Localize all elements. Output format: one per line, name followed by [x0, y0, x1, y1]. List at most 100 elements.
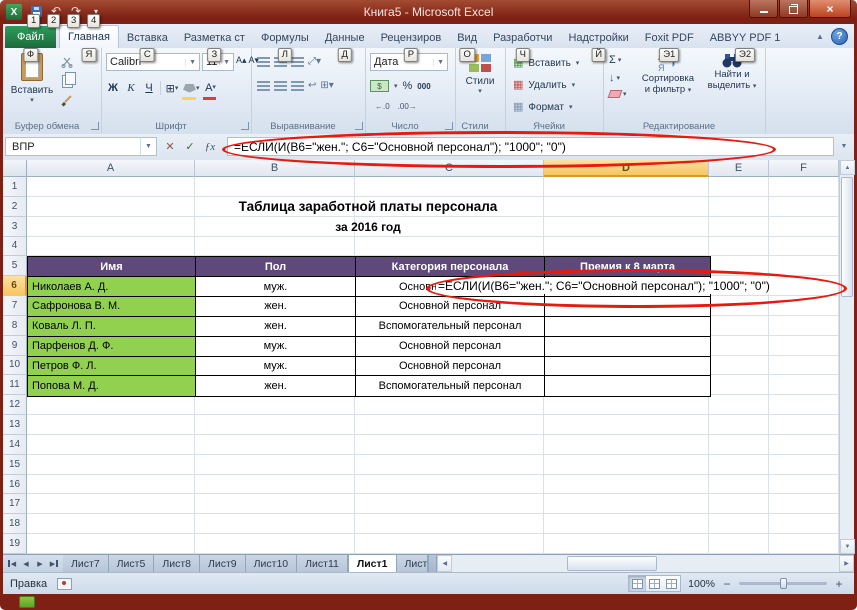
dialog-launcher-icon[interactable]: [241, 122, 249, 130]
cell-A18[interactable]: [27, 514, 195, 534]
cell-C13[interactable]: [355, 415, 544, 435]
cell-E4[interactable]: [709, 237, 769, 257]
tab-Рецензиров[interactable]: РецензировР: [373, 27, 450, 48]
page-layout-view-button[interactable]: [646, 576, 663, 591]
format-painter-icon[interactable]: [61, 95, 73, 107]
table-cell[interactable]: [545, 297, 710, 317]
cell-F16[interactable]: [769, 475, 839, 495]
row-header-16[interactable]: 16: [3, 475, 27, 495]
cell-D16[interactable]: [544, 475, 709, 495]
decrease-decimal-icon[interactable]: .00→: [398, 102, 417, 111]
row-header-5[interactable]: 5: [3, 256, 27, 276]
cell-C18[interactable]: [355, 514, 544, 534]
column-header-F[interactable]: F: [769, 160, 839, 177]
cell-B19[interactable]: [195, 534, 355, 554]
cell-C12[interactable]: [355, 395, 544, 415]
align-top-icon[interactable]: [257, 57, 270, 67]
first-sheet-icon[interactable]: ◀: [6, 557, 18, 570]
tab-splitter-handle[interactable]: [428, 555, 437, 572]
cell-F15[interactable]: [769, 455, 839, 475]
cell-B13[interactable]: [195, 415, 355, 435]
row-header-8[interactable]: 8: [3, 316, 27, 336]
dialog-launcher-icon[interactable]: [445, 122, 453, 130]
close-button[interactable]: ×: [809, 0, 851, 18]
table-cell[interactable]: Вспомогательный персонал: [356, 376, 545, 396]
cell-B16[interactable]: [195, 475, 355, 495]
tab-Вид[interactable]: ВидО: [449, 27, 485, 48]
column-header-B[interactable]: B: [195, 160, 355, 177]
clear-button[interactable]: ▾: [609, 90, 627, 98]
cell-F11[interactable]: [769, 375, 839, 395]
enter-icon[interactable]: ✓: [180, 138, 200, 156]
sheet-tab-Лист8[interactable]: Лист8: [154, 555, 200, 572]
cell-F19[interactable]: [769, 534, 839, 554]
cell-E10[interactable]: [709, 356, 769, 376]
font-color-button[interactable]: А▾: [204, 80, 218, 96]
cell-D15[interactable]: [544, 455, 709, 475]
sheet-tab-Лист10[interactable]: Лист10: [246, 555, 298, 572]
cell-E13[interactable]: [709, 415, 769, 435]
cell-C14[interactable]: [355, 435, 544, 455]
cell-F1[interactable]: [769, 177, 839, 197]
zoom-slider-thumb[interactable]: [780, 578, 787, 589]
sheet-tab-Лист5[interactable]: Лист5: [109, 555, 155, 572]
table-cell[interactable]: [545, 357, 710, 377]
cell-D13[interactable]: [544, 415, 709, 435]
cell-C16[interactable]: [355, 475, 544, 495]
row-header-6[interactable]: 6: [3, 276, 27, 296]
align-center-icon[interactable]: [274, 81, 287, 91]
previous-sheet-icon[interactable]: ◀: [20, 557, 32, 570]
tab-Данные[interactable]: ДанныеД: [317, 27, 373, 48]
formula-input[interactable]: =ЕСЛИ(И(B6="жен."; C6="Основной персонал…: [227, 137, 834, 156]
row-header-18[interactable]: 18: [3, 514, 27, 534]
tab-Foxit PDF[interactable]: Foxit PDFЭ1: [637, 27, 702, 48]
cell-A17[interactable]: [27, 494, 195, 514]
row-header-2[interactable]: 2: [3, 197, 27, 217]
table-cell[interactable]: муж.: [196, 337, 356, 357]
table-cell[interactable]: Петров Ф. Л.: [28, 357, 196, 377]
cell-A13[interactable]: [27, 415, 195, 435]
zoom-in-icon[interactable]: +: [834, 577, 844, 591]
row-header-9[interactable]: 9: [3, 336, 27, 356]
dialog-launcher-icon[interactable]: [355, 122, 363, 130]
cell-A15[interactable]: [27, 455, 195, 475]
row-header-11[interactable]: 11: [3, 375, 27, 395]
horizontal-scroll-thumb[interactable]: [567, 556, 657, 571]
sheet-tab-Лист7[interactable]: Лист7: [63, 555, 109, 572]
cell-E3[interactable]: [709, 217, 769, 237]
align-right-icon[interactable]: [291, 81, 304, 91]
cell-F14[interactable]: [769, 435, 839, 455]
cell-D17[interactable]: [544, 494, 709, 514]
cell-C17[interactable]: [355, 494, 544, 514]
chevron-down-icon[interactable]: ▼: [140, 138, 156, 155]
cell-E15[interactable]: [709, 455, 769, 475]
cell-E18[interactable]: [709, 514, 769, 534]
table-cell[interactable]: Николаев А. Д.: [28, 277, 196, 297]
grow-font-button[interactable]: А▴: [236, 55, 247, 66]
cell-E5[interactable]: [709, 256, 769, 276]
cell-E11[interactable]: [709, 375, 769, 395]
table-cell[interactable]: муж.: [196, 277, 356, 297]
tab-Вставка[interactable]: ВставкаС: [119, 27, 176, 48]
cell-B1[interactable]: [195, 177, 355, 197]
row-header-19[interactable]: 19: [3, 534, 27, 554]
minimize-button[interactable]: [749, 0, 778, 18]
zoom-slider[interactable]: [739, 582, 827, 585]
fill-color-button[interactable]: ▾: [183, 80, 200, 96]
cell-E1[interactable]: [709, 177, 769, 197]
sheet-tab-Лист[interactable]: Лист: [397, 555, 429, 572]
row-header-13[interactable]: 13: [3, 415, 27, 435]
restore-button[interactable]: [779, 0, 808, 18]
table-cell[interactable]: муж.: [196, 357, 356, 377]
cell-F8[interactable]: [769, 316, 839, 336]
increase-decimal-icon[interactable]: ←.0: [375, 102, 390, 111]
row-header-10[interactable]: 10: [3, 356, 27, 376]
cell-E17[interactable]: [709, 494, 769, 514]
row-header-17[interactable]: 17: [3, 494, 27, 514]
table-cell[interactable]: [545, 317, 710, 337]
sheet-tab-Лист11[interactable]: Лист11: [297, 555, 348, 572]
scroll-up-icon[interactable]: ▲: [840, 160, 855, 175]
table-cell[interactable]: Сафронова В. М.: [28, 297, 196, 317]
cell-E16[interactable]: [709, 475, 769, 495]
row-header-7[interactable]: 7: [3, 296, 27, 316]
